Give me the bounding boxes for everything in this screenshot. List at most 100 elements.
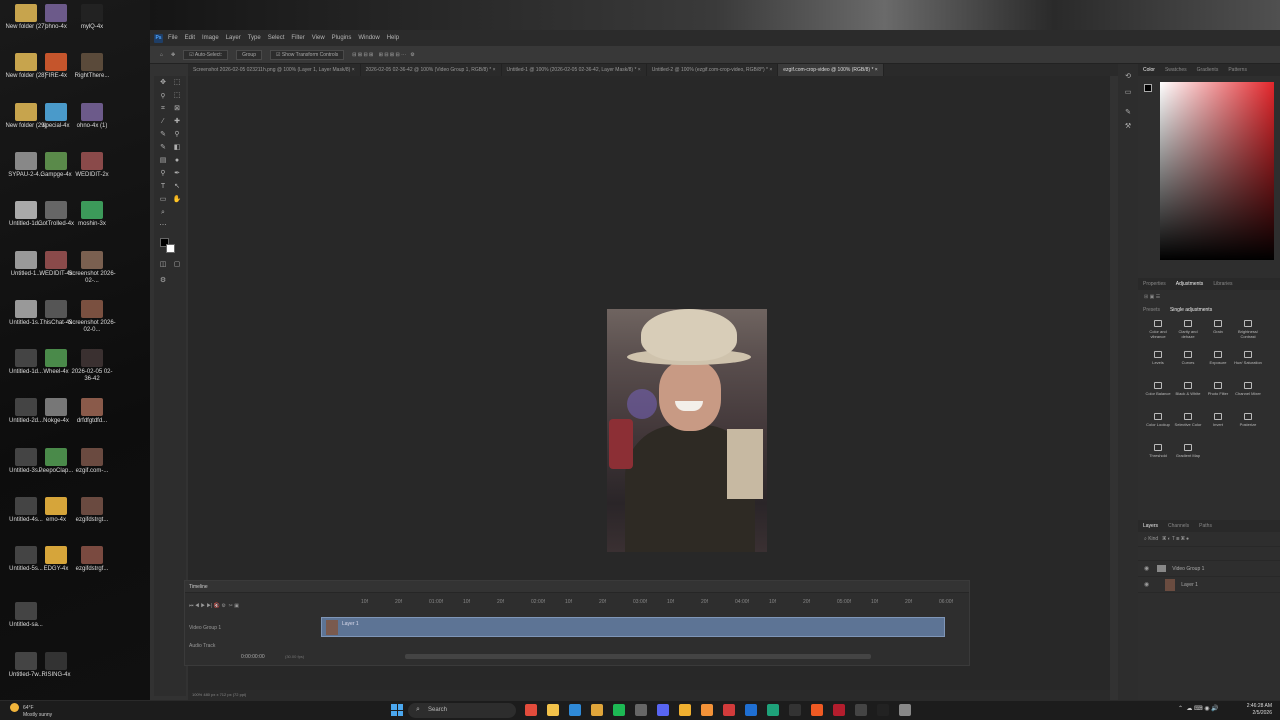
edge-icon[interactable] <box>569 704 581 716</box>
video-clip-track[interactable]: Layer 1 <box>321 617 945 637</box>
app-light-icon[interactable] <box>899 704 911 716</box>
quick-mask-icon[interactable]: ◫ <box>158 260 168 270</box>
adjustment-button[interactable]: Posterize <box>1234 413 1262 427</box>
desktop-icon[interactable]: Untitled-sa... <box>2 600 50 648</box>
chrome-icon[interactable] <box>525 704 537 716</box>
frame-tool-icon[interactable]: ⊠ <box>172 104 182 114</box>
obs-icon[interactable] <box>635 704 647 716</box>
adjustments-tab[interactable]: Adjustments <box>1171 281 1209 287</box>
move-tool-icon[interactable]: ✥ <box>171 52 175 58</box>
timeline-ruler[interactable]: 10f 20f 01:00f 10f 20f 02:00f 10f 20f 03:00f 10f 2… <box>321 595 961 607</box>
layer-row[interactable]: ◉ Layer 1 <box>1138 577 1280 593</box>
adjustment-button[interactable]: Clarity and dehaze <box>1174 320 1202 339</box>
color-tab[interactable]: Swatches <box>1160 67 1192 73</box>
menu-item[interactable]: Filter <box>291 35 304 41</box>
adjustment-button[interactable]: Curves <box>1174 351 1202 365</box>
show-transform-checkbox[interactable]: ☑ Show Transform Controls <box>270 49 345 60</box>
adjustment-button[interactable]: Brightness/ Contrast <box>1234 320 1262 339</box>
menu-item[interactable]: View <box>312 35 325 41</box>
discord-icon[interactable] <box>657 704 669 716</box>
menu-item[interactable]: Layer <box>226 35 241 41</box>
app-dark-icon[interactable] <box>877 704 889 716</box>
brush-tool-icon[interactable]: ✎ <box>158 130 168 140</box>
adjustment-button[interactable]: Channel Mixer <box>1234 382 1262 396</box>
desktop-icon[interactable]: ohno-4x (1) <box>68 101 116 149</box>
timeline-audio-track[interactable]: Audio Track <box>189 643 215 649</box>
healing-tool-icon[interactable]: ✚ <box>172 117 182 127</box>
background-color-swatch[interactable] <box>166 244 175 253</box>
document-canvas-image[interactable] <box>607 309 767 552</box>
timeline-controls[interactable]: ⏮ ◀ ▶ ▶| 🔇 ⚙ ✂ ▣ <box>189 603 239 609</box>
adjustment-button[interactable]: Levels <box>1144 351 1172 365</box>
terminal-icon[interactable] <box>789 704 801 716</box>
color-field[interactable] <box>1160 82 1274 260</box>
start-button-icon[interactable] <box>391 704 403 716</box>
object-select-icon[interactable]: ⬚ <box>172 91 182 101</box>
weather-widget[interactable]: 64°F Mostly sunny <box>10 703 52 719</box>
adjustments-tab[interactable]: Properties <box>1138 281 1171 287</box>
dodge-tool-icon[interactable]: ⚲ <box>158 169 168 179</box>
menu-item[interactable]: Image <box>202 35 219 41</box>
app-grey-icon[interactable] <box>855 704 867 716</box>
more-tools-icon[interactable]: ⋯ <box>158 221 168 231</box>
lasso-tool-icon[interactable]: ϙ <box>158 91 168 101</box>
adjustment-button[interactable]: Hue/ Saturation <box>1234 351 1262 365</box>
edit-toolbar-icon[interactable]: ⚙ <box>158 276 168 286</box>
adjustment-button[interactable]: Invert <box>1204 413 1232 427</box>
desktop-icon[interactable]: WEDIDIT-2x <box>68 150 116 198</box>
crop-tool-icon[interactable]: ⌗ <box>158 104 168 114</box>
desktop-icon[interactable]: 2026-02-05 02-36-42 <box>68 347 116 395</box>
bookmark-icon[interactable] <box>679 704 691 716</box>
adjustment-button[interactable]: Selective Color <box>1174 413 1202 427</box>
timeline-scrollbar[interactable] <box>405 654 871 659</box>
adjustments-tab[interactable]: Libraries <box>1208 281 1237 287</box>
app-red2-icon[interactable] <box>833 704 845 716</box>
layers-tab[interactable]: Layers <box>1138 523 1163 529</box>
app-green-icon[interactable] <box>767 704 779 716</box>
adjustment-button[interactable]: Exposure <box>1204 351 1232 365</box>
adjustment-button[interactable]: Color Lookup <box>1144 413 1172 427</box>
visibility-eye-icon[interactable]: ◉ <box>1144 581 1149 588</box>
foreground-swatch[interactable] <box>1144 84 1152 92</box>
auto-select-checkbox[interactable]: ☑ Auto-Select: <box>183 49 229 60</box>
move-tool-icon[interactable]: ✥ <box>158 78 168 88</box>
adjustments-subtab[interactable]: Single adjustments <box>1165 307 1217 313</box>
desktop-icon[interactable]: Screenshot 2026-02-... <box>68 249 116 297</box>
eraser-tool-icon[interactable]: ◧ <box>172 143 182 153</box>
visibility-eye-icon[interactable]: ◉ <box>1144 565 1149 572</box>
system-tray[interactable]: ⌃ ☁ ⌨ ◉ 🔊 <box>1178 705 1219 712</box>
shape-tool-icon[interactable]: ▭ <box>158 195 168 205</box>
spotify-icon[interactable] <box>613 704 625 716</box>
adjustments-subtab[interactable]: Presets <box>1138 307 1165 313</box>
adjustment-button[interactable]: Color and vibrance <box>1144 320 1172 339</box>
screen-mode-icon[interactable]: ▢ <box>172 260 182 270</box>
layer-blend-row[interactable] <box>1138 547 1280 561</box>
menu-item[interactable]: Edit <box>185 35 195 41</box>
menu-item[interactable]: File <box>168 35 178 41</box>
pen-tool-icon[interactable]: ✒ <box>172 169 182 179</box>
adjustment-button[interactable]: Grain <box>1204 320 1232 334</box>
file-explorer-icon[interactable] <box>547 704 559 716</box>
layers-tab[interactable]: Paths <box>1194 523 1217 529</box>
desktop-icon[interactable]: ezgif.com-... <box>68 446 116 494</box>
blur-tool-icon[interactable]: ● <box>172 156 182 166</box>
path-select-icon[interactable]: ↖ <box>172 182 182 192</box>
adjustment-button[interactable]: Gradient Map <box>1174 444 1202 458</box>
align-icons[interactable]: ⊟ ⊞ ⊟ ⊞ ⊞ ⊟ ⊞ ⊟ ⋯ ⚙ <box>352 52 414 58</box>
adjustment-button[interactable]: Threshold <box>1144 444 1172 458</box>
home-icon[interactable]: ⌂ <box>160 52 163 58</box>
type-tool-icon[interactable]: T <box>158 182 168 192</box>
history-brush-icon[interactable]: ✎ <box>158 143 168 153</box>
taskbar-search[interactable]: ⌕ Search <box>408 703 516 718</box>
layer-row[interactable]: ◉ Video Group 1 <box>1138 561 1280 577</box>
tools-panel-icon[interactable]: ⚒ <box>1123 122 1133 132</box>
desktop-icon[interactable]: RISING-4x <box>32 650 80 698</box>
stamp-tool-icon[interactable]: ⚲ <box>172 130 182 140</box>
menu-item[interactable]: Plugins <box>332 35 352 41</box>
color-tab[interactable]: Gradients <box>1192 67 1224 73</box>
gradient-tool-icon[interactable]: ▤ <box>158 156 168 166</box>
adjustment-button[interactable]: Black & White <box>1174 382 1202 396</box>
timeline-video-group[interactable]: Video Group 1 <box>189 625 221 631</box>
desktop-icon[interactable]: drfdfgtdfd... <box>68 396 116 444</box>
desktop-icon[interactable]: moshin-3x <box>68 199 116 247</box>
